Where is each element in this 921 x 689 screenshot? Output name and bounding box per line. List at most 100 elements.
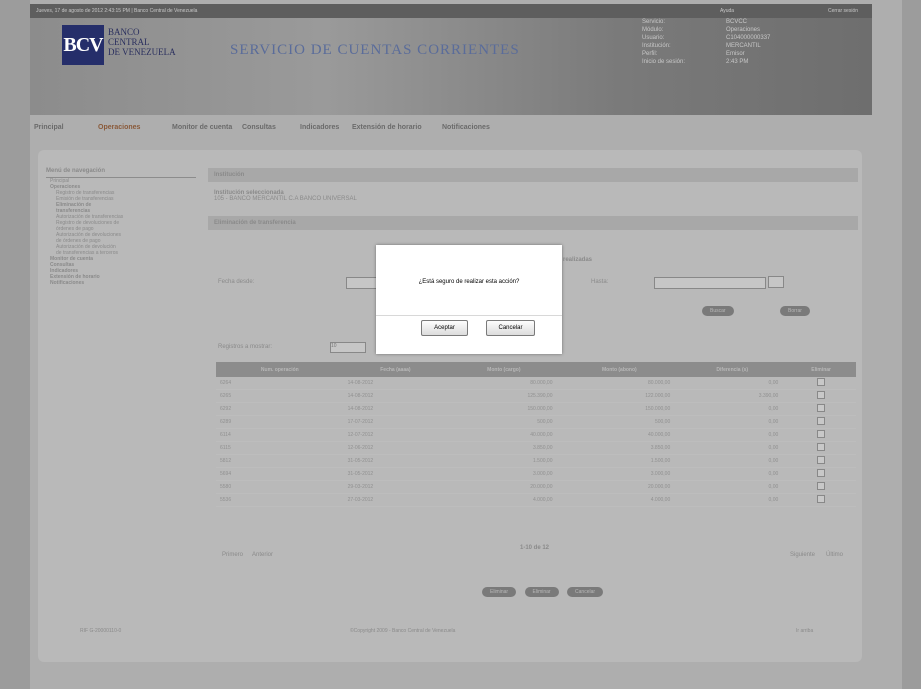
date-to-label: Hasta: — [591, 279, 609, 285]
bank-line: DE VENEZUELA — [108, 47, 176, 57]
delete-checkbox[interactable] — [817, 417, 826, 425]
info-row: Institución: MERCANTIL — [642, 42, 770, 50]
table-cell: 14-08-2012 — [343, 389, 448, 403]
next-page[interactable]: Siguiente — [790, 552, 815, 558]
column-header[interactable]: Monto (abono) — [560, 362, 679, 377]
column-header[interactable]: Fecha (aaaa) — [343, 362, 448, 377]
bank-line: CENTRAL — [108, 37, 150, 47]
bank-line: BANCO — [108, 27, 140, 37]
table-row: 5694 31-05-2012 3.000,00 3.000,00 0,00 — [216, 467, 856, 481]
delete-checkbox[interactable] — [817, 443, 826, 451]
table-cell: 17-07-2012 — [343, 415, 448, 429]
table-cell: 150.000,00 — [560, 402, 679, 416]
table-cell: 0,00 — [678, 415, 787, 429]
info-key: Servicio: — [642, 19, 666, 25]
delete-cell — [786, 377, 856, 390]
table-cell: 3.000,00 — [447, 467, 561, 481]
nav-item[interactable]: Operaciones — [98, 124, 140, 131]
nav-item[interactable]: Notificaciones — [442, 124, 490, 131]
table-row: 6292 14-08-2012 150.000,00 150.000,00 0,00 — [216, 402, 856, 416]
nav-item[interactable]: Monitor de cuenta — [172, 124, 232, 131]
date-to-input[interactable] — [654, 277, 766, 289]
bcv-logo: BCV — [62, 25, 104, 65]
institution-value: 105 - BANCO MERCANTIL C.A BANCO UNIVERSA… — [214, 196, 357, 202]
table-cell: 0,00 — [678, 428, 787, 442]
delete-cell — [786, 415, 856, 429]
column-header[interactable]: Num. operación — [216, 362, 344, 377]
table-cell: 500,00 — [447, 415, 561, 429]
table-cell: 12-06-2012 — [343, 441, 448, 455]
delete-checkbox[interactable] — [817, 430, 826, 438]
table-cell: 5580 — [216, 480, 344, 494]
info-row: Perfil: Emisor — [642, 50, 770, 58]
table-cell: 40.000,00 — [447, 428, 561, 442]
delete-checkbox[interactable] — [817, 456, 826, 464]
delete-checkbox[interactable] — [817, 391, 826, 399]
table-cell: 14-08-2012 — [343, 377, 448, 390]
delete-checkbox[interactable] — [817, 378, 826, 386]
table-cell: 0,00 — [678, 454, 787, 468]
column-header[interactable]: Diferencia (s) — [678, 362, 787, 377]
clear-button[interactable]: Borrar — [780, 306, 810, 316]
table-cell: 0,00 — [678, 480, 787, 494]
table-row: 6264 14-08-2012 80.000,00 80.000,00 0,00 — [216, 377, 856, 390]
table-cell: 150.000,00 — [447, 402, 561, 416]
main-nav: Principal Operaciones Monitor de cuenta Con… — [30, 117, 872, 139]
table-cell: 3.390,00 — [678, 389, 787, 403]
info-key: Institución: — [642, 43, 671, 49]
back-to-top-link[interactable]: Ir arriba — [796, 628, 813, 634]
delete-button[interactable]: Eliminar — [524, 587, 559, 597]
cancel-button[interactable]: Cancelar — [567, 587, 604, 597]
table-row: 6114 12-07-2012 40.000,00 40.000,00 0,00 — [216, 428, 856, 442]
accept-button[interactable]: Aceptar — [421, 320, 468, 336]
transfers-table: Num. operación Fecha (aaaa) Monto (cargo) M… — [216, 362, 856, 507]
help-link[interactable]: Ayuda — [720, 4, 734, 18]
info-row: Servicio: BCVCC — [642, 18, 770, 26]
delete-checkbox[interactable] — [817, 495, 826, 503]
table-row: 6289 17-07-2012 500,00 500,00 0,00 — [216, 415, 856, 429]
info-key: Inicio de sesión: — [642, 59, 686, 65]
table-cell: 80.000,00 — [447, 377, 561, 390]
table-cell: 31-05-2012 — [343, 454, 448, 468]
table-cell: 29-03-2012 — [343, 480, 448, 494]
table-cell: 6292 — [216, 402, 344, 416]
delete-checkbox[interactable] — [817, 482, 826, 490]
nav-item[interactable]: Indicadores — [300, 124, 339, 131]
table-cell: 0,00 — [678, 441, 787, 455]
copyright-text: ©Copyright 2009 - Banco Central de Venez… — [350, 628, 456, 634]
cancel-dialog-button[interactable]: Cancelar — [486, 320, 535, 336]
delete-checkbox[interactable] — [817, 469, 826, 477]
prev-page[interactable]: Anterior — [252, 552, 273, 558]
info-row: Usuario: C104000000337 — [642, 34, 770, 42]
bank-name: BANCO CENTRAL DE VENEZUELA — [108, 27, 176, 57]
menu-item[interactable]: Notificaciones — [46, 280, 196, 286]
date-from-input[interactable] — [346, 277, 378, 289]
nav-item[interactable]: Principal — [34, 124, 64, 131]
main-content: Institución Institución seleccionada 105… — [208, 168, 858, 230]
nav-item[interactable]: Extensión de horario — [352, 124, 422, 131]
first-page[interactable]: Primero — [222, 552, 243, 558]
confirm-dialog: ¿Está seguro de realizar esta acción? Ac… — [376, 245, 562, 354]
logout-link[interactable]: Cerrar sesión — [828, 4, 858, 18]
records-select[interactable]: 10 — [330, 342, 366, 353]
table-cell: 5694 — [216, 467, 344, 481]
table-cell: 12-07-2012 — [343, 428, 448, 442]
table-cell: 40.000,00 — [560, 428, 679, 442]
column-header[interactable]: Monto (cargo) — [447, 362, 561, 377]
last-page[interactable]: Último — [826, 552, 843, 558]
top-status-bar: Jueves, 17 de agosto de 2012 2:43:15 PM … — [30, 4, 872, 18]
info-value: 2:43 PM — [726, 59, 749, 65]
table-cell: 80.000,00 — [560, 377, 679, 390]
table-cell: 6114 — [216, 428, 344, 442]
session-info: Servicio: BCVCC Módulo: Operaciones Usuario:… — [642, 18, 770, 66]
table-cell: 0,00 — [678, 377, 787, 390]
calendar-icon[interactable] — [768, 276, 784, 288]
nav-item[interactable]: Consultas — [242, 124, 276, 131]
table-cell: 122.000,00 — [560, 389, 679, 403]
table-cell: 500,00 — [560, 415, 679, 429]
delete-button[interactable]: Eliminar — [482, 587, 517, 597]
search-button[interactable]: Buscar — [702, 306, 734, 316]
table-cell: 4.000,00 — [447, 493, 561, 507]
delete-checkbox[interactable] — [817, 404, 826, 412]
column-header[interactable]: Eliminar — [786, 362, 856, 377]
